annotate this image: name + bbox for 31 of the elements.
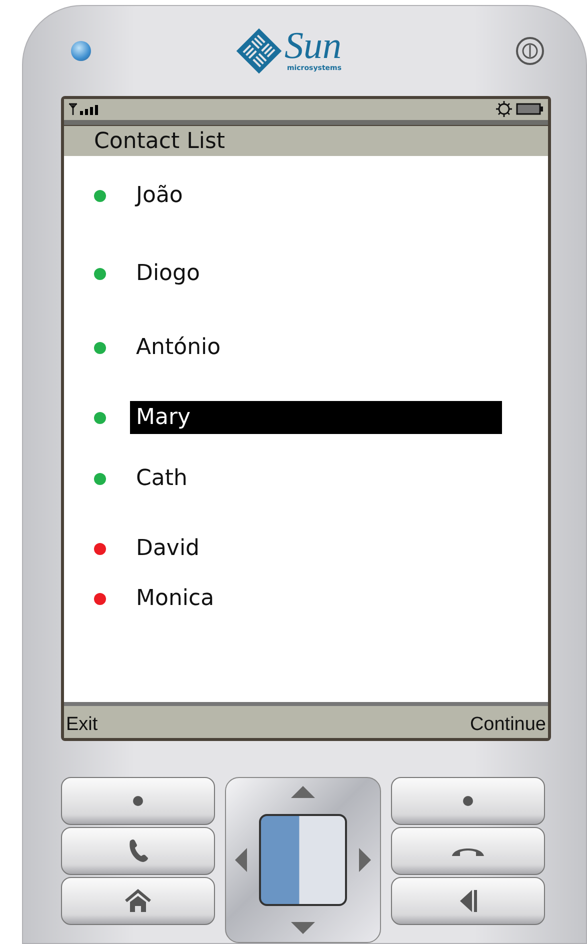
right-arrow-icon	[359, 848, 371, 872]
contact-item[interactable]: António	[130, 331, 502, 364]
back-key[interactable]	[391, 877, 545, 925]
home-key[interactable]	[61, 877, 215, 925]
dot-icon	[462, 795, 474, 807]
left-select-key[interactable]	[61, 777, 215, 825]
dot-icon	[132, 795, 144, 807]
home-icon	[124, 889, 152, 913]
contact-item[interactable]: João	[130, 179, 502, 212]
left-arrow-icon	[235, 848, 247, 872]
down-arrow-icon	[291, 922, 315, 934]
gear-icon	[496, 101, 512, 118]
led-light	[71, 40, 91, 61]
contact-item[interactable]: Diogo	[130, 257, 502, 290]
logo-wordmark: Sun	[284, 28, 342, 64]
power-icon[interactable]	[515, 36, 545, 66]
contact-item[interactable]: Mary	[130, 401, 502, 434]
contact-item[interactable]: Cath	[130, 462, 502, 496]
contact-item[interactable]: Monica	[130, 582, 502, 616]
screen-title: Contact List	[94, 128, 226, 156]
call-key[interactable]	[61, 827, 215, 875]
end-call-key[interactable]	[391, 827, 545, 875]
navigation-pad[interactable]	[225, 777, 381, 943]
select-key[interactable]	[259, 814, 347, 906]
up-arrow-icon	[291, 786, 315, 798]
battery-icon	[516, 103, 544, 116]
exit-soft-key[interactable]: Exit	[64, 714, 100, 738]
continue-soft-key[interactable]: Continue	[468, 714, 548, 738]
back-icon	[458, 888, 478, 914]
contact-item[interactable]: David	[130, 532, 502, 566]
right-select-key[interactable]	[391, 777, 545, 825]
